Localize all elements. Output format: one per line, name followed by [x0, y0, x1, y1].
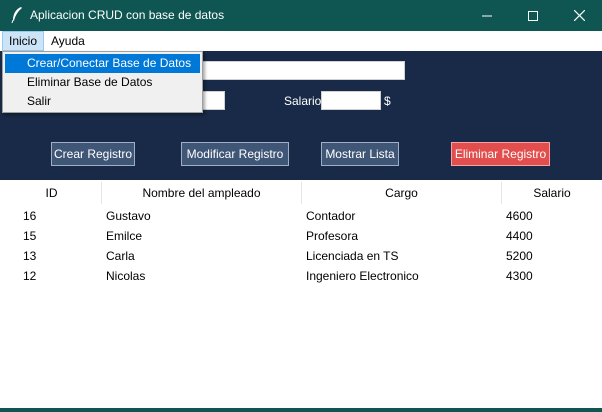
eliminar-registro-button[interactable]: Eliminar Registro [451, 142, 550, 166]
cell-id: 15 [23, 229, 37, 243]
title-bar[interactable]: Aplicacion CRUD con base de datos [0, 0, 602, 31]
cell-salario: 5200 [506, 249, 533, 263]
cell-nombre: Carla [106, 249, 135, 263]
cell-nombre: Nicolas [106, 269, 146, 283]
table-row[interactable]: 12 Nicolas Ingeniero Electronico 4300 [0, 266, 602, 286]
close-icon [573, 10, 585, 21]
menu-item-eliminar-db[interactable]: Eliminar Base de Datos [5, 73, 200, 92]
salario-input[interactable] [321, 91, 381, 110]
window-bottom-border [0, 408, 602, 412]
column-header-id[interactable]: ID [2, 182, 102, 204]
cell-salario: 4300 [506, 269, 533, 283]
employees-table[interactable]: ID Nombre del ampleado Cargo Salario 16 … [0, 180, 602, 408]
cell-salario: 4400 [506, 229, 533, 243]
crear-registro-button[interactable]: Crear Registro [51, 142, 135, 166]
cell-cargo: Profesora [306, 229, 359, 243]
column-header-salario[interactable]: Salario [502, 182, 602, 204]
cell-cargo: Ingeniero Electronico [306, 269, 419, 283]
cell-cargo: Contador [306, 209, 356, 223]
column-header-cargo[interactable]: Cargo [302, 182, 502, 204]
cell-cargo: Licenciada en TS [306, 249, 399, 263]
menu-item-salir[interactable]: Salir [5, 92, 200, 111]
currency-label: $ [384, 94, 391, 108]
cell-salario: 4600 [506, 209, 533, 223]
table-row[interactable]: 15 Emilce Profesora 4400 [0, 226, 602, 246]
minimize-button[interactable] [464, 0, 510, 31]
cell-id: 16 [23, 209, 37, 223]
nombre-input[interactable] [200, 61, 405, 80]
inicio-dropdown-menu: Crear/Conectar Base de Datos Eliminar Ba… [2, 51, 203, 113]
table-row[interactable]: 16 Gustavo Contador 4600 [0, 206, 602, 226]
menu-item-crear-conectar-db[interactable]: Crear/Conectar Base de Datos [5, 54, 200, 73]
table-row[interactable]: 13 Carla Licenciada en TS 5200 [0, 246, 602, 266]
menu-inicio[interactable]: Inicio [2, 31, 45, 51]
cell-id: 13 [23, 249, 37, 263]
salario-label: Salario [284, 94, 322, 108]
menu-ayuda[interactable]: Ayuda [45, 31, 91, 51]
maximize-button[interactable] [510, 0, 556, 31]
minimize-icon [482, 15, 492, 16]
close-button[interactable] [556, 0, 602, 31]
menu-bar: Inicio Ayuda [0, 31, 602, 51]
maximize-icon [528, 10, 538, 21]
cargo-input[interactable] [200, 91, 225, 110]
column-header-nombre[interactable]: Nombre del ampleado [102, 182, 302, 204]
table-header: ID Nombre del ampleado Cargo Salario [0, 182, 602, 204]
window-title: Aplicacion CRUD con base de datos [30, 8, 225, 22]
mostrar-lista-button[interactable]: Mostrar Lista [321, 142, 399, 166]
cell-nombre: Emilce [106, 229, 143, 243]
feather-icon [10, 6, 24, 24]
cell-id: 12 [23, 269, 37, 283]
modificar-registro-button[interactable]: Modificar Registro [181, 142, 289, 166]
cell-nombre: Gustavo [106, 209, 151, 223]
